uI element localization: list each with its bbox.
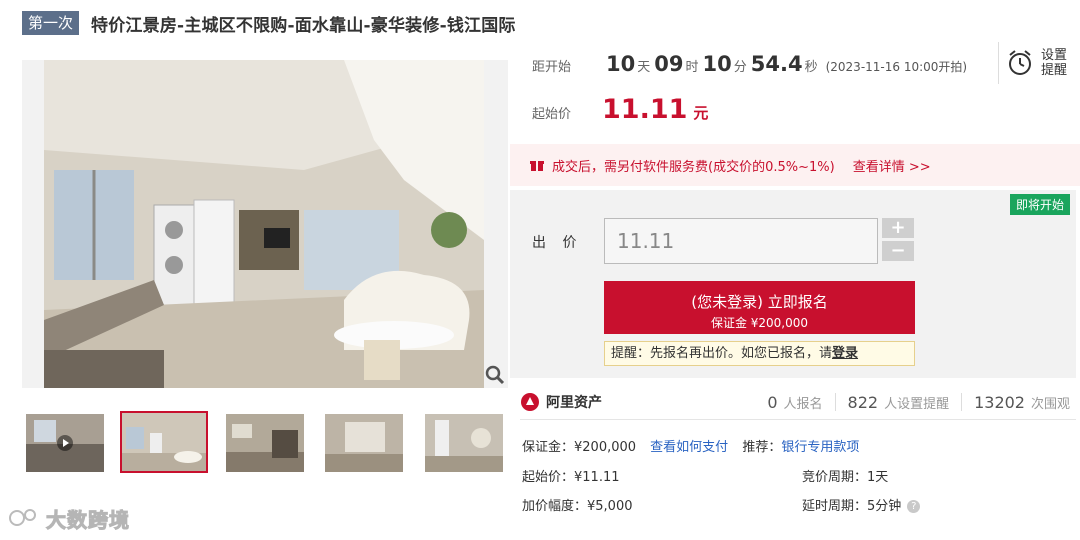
thumbnail-video[interactable] (26, 414, 104, 472)
thumbnail[interactable] (425, 414, 503, 472)
increase-bid-button[interactable]: + (882, 218, 914, 238)
set-reminder-button[interactable]: 设置提醒 (998, 42, 1070, 84)
signup-count-label: 人报名 (783, 396, 823, 412)
bid-input[interactable] (604, 218, 878, 264)
countdown-label: 距开始 (532, 60, 572, 75)
start-price-label: 起始价 (532, 107, 572, 122)
detail-start-price: 起始价：¥11.11 (522, 470, 620, 485)
view-count-label: 次围观 (1030, 396, 1070, 412)
set-reminder-label: 设置提醒 (1040, 48, 1067, 78)
login-tip: 提醒：先报名再出价。如您已报名，请登录 (604, 341, 915, 366)
recommend-label: 推荐： (742, 440, 782, 455)
detail-extension-row: 延时周期：5分钟? (802, 495, 921, 514)
start-price: 起始价 11.11 元 (532, 94, 708, 128)
bid-label: 出 价 (532, 235, 583, 251)
gift-icon (530, 161, 544, 171)
main-image-viewer[interactable] (22, 60, 508, 388)
zoom-icon[interactable] (484, 364, 506, 386)
deposit-row: 保证金：¥200,000 查看如何支付 推荐：银行专用款项 (522, 436, 859, 455)
fee-notice: 成交后，需另付软件服务费(成交价的0.5%~1%) 查看详情 >> (510, 144, 1080, 186)
watermark: 大数跨境 (8, 504, 130, 532)
days-unit: 天 (637, 60, 651, 75)
reminder-count-label: 人设置提醒 (884, 396, 950, 412)
ali-assets-logo-icon (521, 392, 539, 411)
status-badge: 即将开始 (1009, 194, 1070, 215)
thumbnail-selected[interactable] (120, 411, 208, 473)
divider (961, 393, 963, 411)
round-badge: 第一次 (22, 11, 80, 35)
countdown-hours: 09 (654, 52, 684, 76)
fee-details-link[interactable]: 查看详情 >> (853, 156, 931, 175)
view-count: 13202 (974, 392, 1025, 412)
play-icon (57, 435, 73, 451)
signup-button[interactable]: (您未登录) 立即报名 保证金 ¥200,000 (604, 281, 915, 334)
bank-account-link[interactable]: 银行专用款项 (781, 440, 859, 455)
watermark-logo-icon (9, 509, 36, 526)
thumbnail-strip (22, 410, 508, 474)
start-price-value: 11.11 (602, 94, 688, 125)
help-icon[interactable]: ? (907, 500, 921, 513)
stats: 0 人报名 822 人设置提醒 13202 次围观 (767, 384, 1070, 420)
signup-count: 0 (767, 392, 778, 412)
deposit-text: 保证金：¥200,000 (522, 440, 637, 455)
countdown-days: 10 (606, 52, 636, 76)
detail-increment: 加价幅度：¥5,000 (522, 499, 633, 514)
countdown-seconds: 54.4 (750, 52, 803, 76)
detail-extension: 延时周期：5分钟 (802, 499, 902, 514)
alarm-clock-icon (1009, 50, 1031, 75)
detail-bid-period: 竞价周期：1天 (802, 470, 889, 485)
start-price-unit: 元 (693, 104, 709, 122)
platform-name: 阿里资产 (546, 394, 602, 411)
platform-row: 阿里资产 0 人报名 822 人设置提醒 13202 次围观 (520, 384, 1076, 420)
watermark-text: 大数跨境 (46, 507, 130, 532)
title-bar: 第一次 特价江景房-主城区不限购-面水靠山-豪华装修-钱江国际 (22, 10, 516, 36)
minutes-unit: 分 (733, 60, 747, 75)
countdown-minutes: 10 (702, 52, 732, 76)
signup-button-label: (您未登录) 立即报名 (691, 292, 828, 311)
fee-notice-text: 成交后，需另付软件服务费(成交价的0.5%~1%) (552, 159, 835, 175)
hours-unit: 时 (685, 60, 699, 75)
login-tip-text: 提醒：先报名再出价。如您已报名，请 (611, 346, 833, 361)
reminder-count: 822 (847, 392, 879, 412)
main-photo[interactable] (44, 60, 484, 388)
bid-panel: 即将开始 出 价 + − (您未登录) 立即报名 保证金 ¥200,000 提醒… (510, 190, 1076, 378)
divider (834, 393, 836, 411)
thumbnail[interactable] (325, 414, 403, 472)
how-to-pay-link[interactable]: 查看如何支付 (650, 440, 728, 455)
seconds-unit: 秒 (804, 60, 818, 75)
decrease-bid-button[interactable]: − (882, 241, 914, 261)
page-title: 特价江景房-主城区不限购-面水靠山-豪华装修-钱江国际 (91, 15, 516, 36)
countdown: 距开始 10 天 09 时 10 分 54.4 秒 (2023-11-16 10… (532, 52, 967, 82)
start-time: (2023-11-16 10:00开拍) (825, 60, 968, 74)
login-link[interactable]: 登录 (832, 346, 858, 361)
signup-deposit-label: 保证金 ¥200,000 (710, 315, 809, 330)
thumbnail[interactable] (226, 414, 304, 472)
